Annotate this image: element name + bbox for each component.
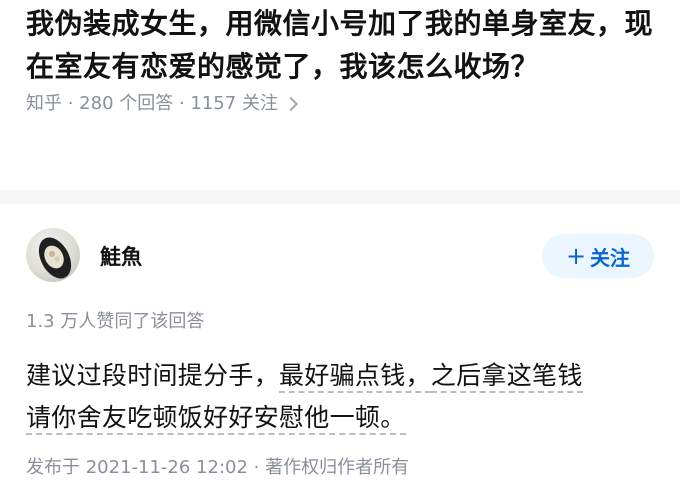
section-divider — [0, 190, 680, 204]
question-meta[interactable]: 知乎 · 280 个回答 · 1157 关注 — [26, 91, 656, 117]
follow-button-label: 关注 — [590, 245, 631, 270]
answer-author-row: 鮭魚 + 关注 — [26, 228, 656, 284]
user-avatar-icon — [38, 237, 72, 279]
answer-highlight-segment[interactable]: 最好骗点钱， — [279, 361, 431, 393]
vote-count: 1.3 万人赞同了该回答 — [26, 311, 205, 332]
answer-line-1: 建议过段时间提分手，最好骗点钱，之后拿这笔钱 — [26, 355, 656, 397]
question-header: 我伪装成女生，用微信小号加了我的单身室友，现在室友有恋爱的感觉了，我该怎么收场？… — [26, 2, 656, 117]
plus-icon: + — [565, 242, 587, 270]
answer-content: 建议过段时间提分手，最好骗点钱，之后拿这笔钱 请你舍友吃顿饭好好安慰他一顿。 — [26, 355, 656, 439]
answer-highlight-segment[interactable]: 请你舍友吃顿饭好好安慰他一顿。 — [26, 403, 406, 435]
answer-line-2: 请你舍友吃顿饭好好安慰他一顿。 — [26, 397, 656, 439]
answer-text-segment: 建议过段时间提分手， — [26, 361, 280, 390]
chevron-right-icon — [283, 96, 299, 112]
publish-info: 发布于 2021-11-26 12:02 · 著作权归作者所有 — [26, 457, 410, 478]
author-name[interactable]: 鮭魚 — [100, 241, 142, 271]
follow-button[interactable]: + 关注 — [542, 234, 654, 278]
question-title[interactable]: 我伪装成女生，用微信小号加了我的单身室友，现在室友有恋爱的感觉了，我该怎么收场？ — [26, 2, 656, 88]
avatar[interactable] — [26, 228, 80, 282]
answer-highlight-segment[interactable]: 之后拿这笔钱 — [430, 361, 583, 393]
question-stats: 知乎 · 280 个回答 · 1157 关注 — [26, 93, 278, 114]
